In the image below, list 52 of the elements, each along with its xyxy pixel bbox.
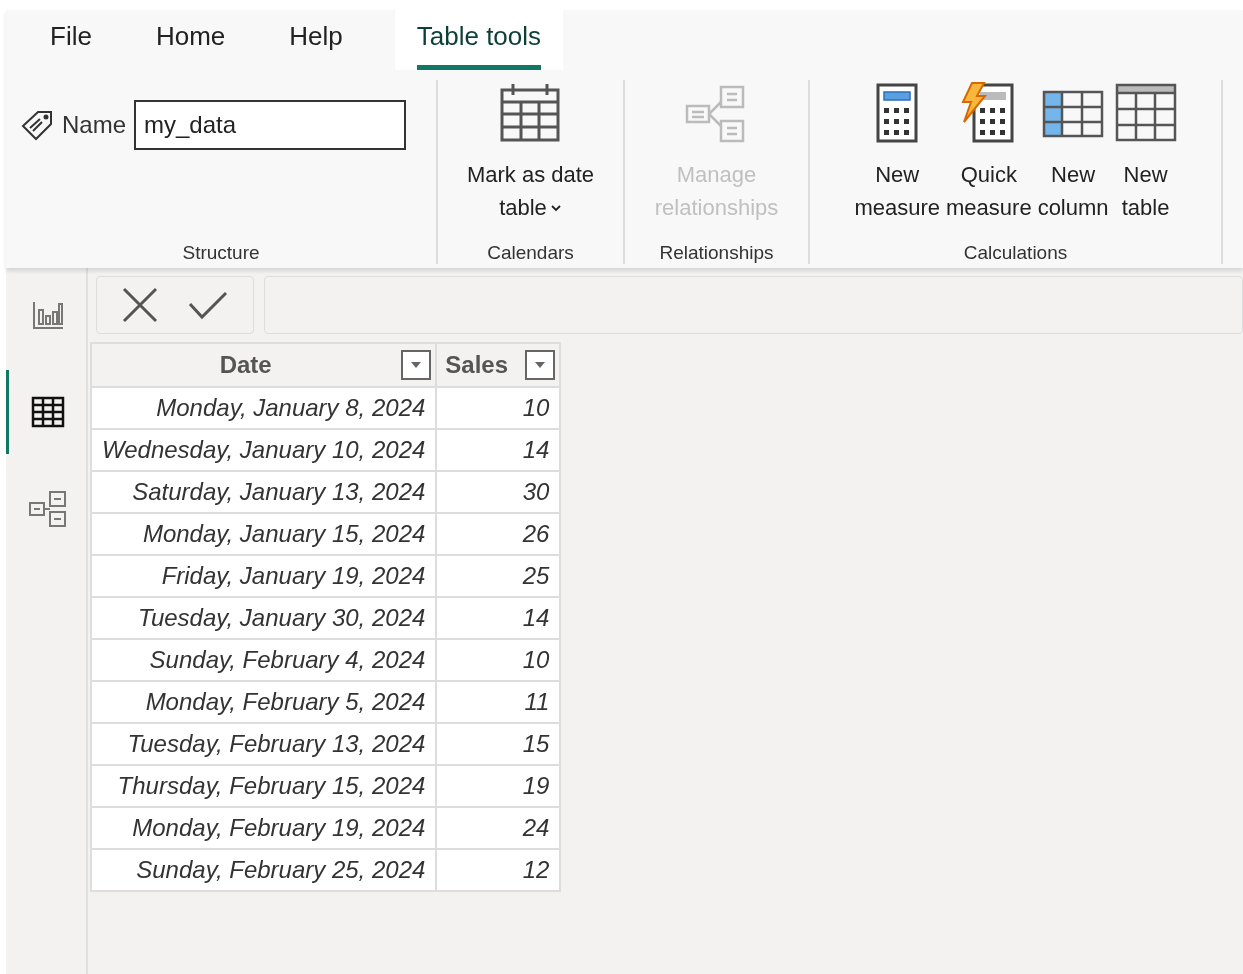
table-cell: 15: [436, 723, 561, 765]
table-cell: Monday, February 5, 2024: [91, 681, 437, 723]
group-label: Structure: [182, 242, 260, 264]
cancel-icon[interactable]: [122, 287, 158, 323]
calendar-icon: [499, 82, 562, 144]
ribbon-tab[interactable]: File: [28, 10, 114, 70]
table-cell: 25: [436, 555, 561, 597]
linked-tables-icon: [27, 489, 68, 529]
name-field[interactable]: my_data: [134, 100, 407, 150]
table-cell: Monday, February 19, 2024: [91, 807, 437, 849]
column-header[interactable]: Sales: [436, 343, 561, 387]
table-cell: Monday, January 8, 2024: [91, 387, 437, 429]
ribbon-button[interactable]: New measure: [852, 80, 943, 224]
ribbon-tab[interactable]: Help: [267, 10, 365, 70]
filter-dropdown[interactable]: [525, 350, 556, 380]
table-cell: 11: [436, 681, 561, 723]
table-cell: Friday, January 19, 2024: [91, 555, 437, 597]
ribbon-tab[interactable]: Table tools: [394, 10, 564, 70]
ribbon-button[interactable]: New column: [1035, 80, 1111, 224]
table-icon: [30, 395, 65, 429]
check-icon[interactable]: [188, 290, 228, 320]
group-label: Calendars: [487, 242, 574, 264]
ribbon-button[interactable]: Mark as date table: [464, 80, 597, 224]
table-cell: Tuesday, February 13, 2024: [91, 723, 437, 765]
table-cell: Sunday, February 25, 2024: [91, 849, 437, 891]
ribbon-tab[interactable]: Home: [133, 10, 248, 70]
table-cell: 14: [436, 429, 561, 471]
ribbon-button[interactable]: New table: [1112, 80, 1179, 224]
filter-dropdown[interactable]: [401, 350, 432, 380]
tag-icon: [20, 109, 54, 141]
group-label: Relationships: [659, 242, 774, 264]
table-cell: 10: [436, 387, 561, 429]
table-cell: 26: [436, 513, 561, 555]
group-label: Calculations: [963, 242, 1068, 264]
table-cell: Sunday, February 4, 2024: [91, 639, 437, 681]
name-label: Name: [62, 111, 127, 139]
table-cell: 12: [436, 849, 561, 891]
caret-icon: [410, 361, 423, 369]
table-cell: 24: [436, 807, 561, 849]
table-cell: 10: [436, 639, 561, 681]
table-cell: Monday, January 15, 2024: [91, 513, 437, 555]
caret-icon: [534, 361, 547, 369]
table-cell: Saturday, January 13, 2024: [91, 471, 437, 513]
column-header[interactable]: Date: [91, 343, 437, 387]
table-cell: 30: [436, 471, 561, 513]
table-cell: 14: [436, 597, 561, 639]
table-icon: [1114, 82, 1177, 144]
table-cell: Thursday, February 15, 2024: [91, 765, 437, 807]
table-cell: Tuesday, January 30, 2024: [91, 597, 437, 639]
ribbon-button[interactable]: Quick measure: [944, 80, 1034, 224]
table-cell: Wednesday, January 10, 2024: [91, 429, 437, 471]
table-cell: 19: [436, 765, 561, 807]
